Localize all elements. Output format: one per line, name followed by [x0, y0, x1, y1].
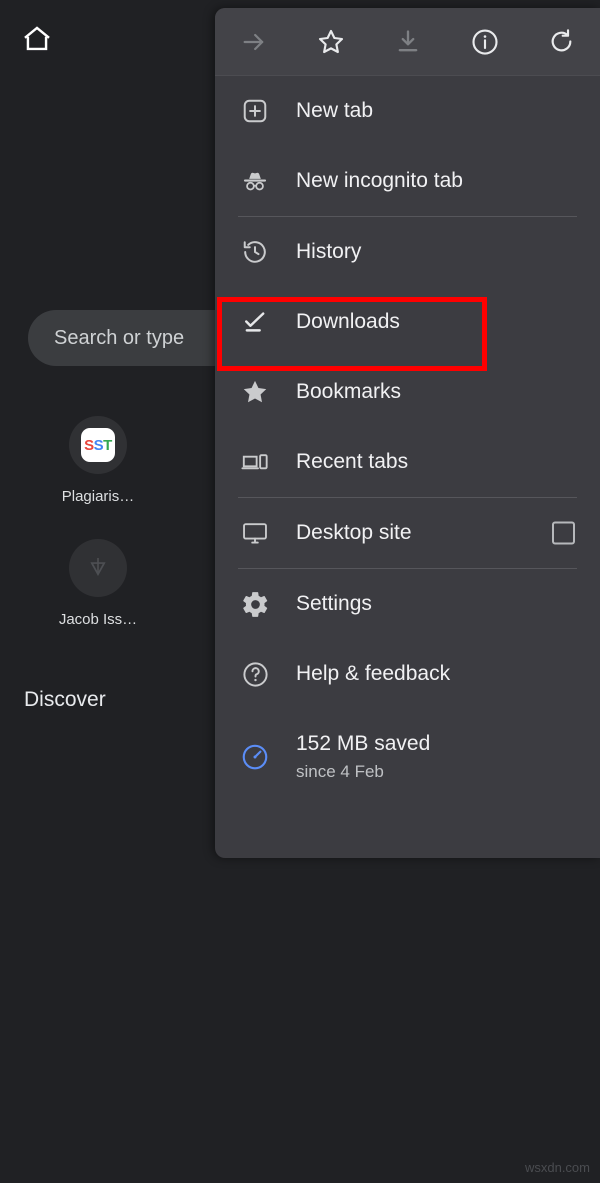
menu-item-downloads[interactable]: Downloads — [215, 287, 600, 357]
menu-item-settings[interactable]: Settings — [215, 569, 600, 639]
phone-screenshot: G Search or type SST Plagiaris… G — [0, 0, 600, 1183]
menu-item-new-tab[interactable]: New tab — [215, 76, 600, 146]
speedometer-icon — [238, 742, 272, 772]
data-saver-text: 152 MB saved since 4 Feb — [296, 730, 430, 784]
search-placeholder: Search or type — [54, 326, 185, 349]
new-tab-icon — [238, 97, 272, 125]
desktop-icon — [238, 519, 272, 547]
menu-item-label: History — [296, 240, 362, 263]
forward-arrow-icon[interactable] — [215, 8, 292, 76]
downloads-icon — [238, 308, 272, 336]
download-icon[interactable] — [369, 8, 446, 76]
shortcut-icon-circle: SST — [69, 416, 127, 474]
help-icon — [238, 660, 272, 689]
menu-item-label: Bookmarks — [296, 380, 402, 403]
recent-tabs-icon — [238, 448, 272, 476]
desktop-site-checkbox[interactable] — [552, 521, 575, 545]
shortcut-icon-circle — [69, 539, 127, 597]
menu-item-help-feedback[interactable]: Help & feedback — [215, 639, 600, 709]
refresh-icon[interactable] — [523, 8, 600, 76]
shortcut-label: Jacob Iss… — [58, 611, 138, 628]
gear-icon — [238, 590, 272, 619]
menu-item-data-saver[interactable]: 152 MB saved since 4 Feb — [215, 709, 600, 805]
watermark: wsxdn.com — [524, 1160, 590, 1175]
menu-item-bookmarks[interactable]: Bookmarks — [215, 357, 600, 427]
home-icon[interactable] — [20, 22, 54, 56]
discover-heading: Discover — [24, 688, 106, 711]
menu-item-label: Settings — [296, 592, 372, 615]
menu-item-history[interactable]: History — [215, 217, 600, 287]
menu-item-label: New incognito tab — [296, 169, 463, 192]
menu-item-desktop-site[interactable]: Desktop site — [215, 498, 600, 568]
history-icon — [238, 238, 272, 266]
shortcut-tile-plagiarism[interactable]: SST Plagiaris… — [48, 416, 148, 505]
menu-item-label: Help & feedback — [296, 662, 451, 685]
info-icon[interactable] — [446, 8, 523, 76]
menu-item-label: Downloads — [296, 310, 400, 333]
menu-item-label: New tab — [296, 99, 374, 122]
menu-item-label: Desktop site — [296, 521, 412, 544]
diamond-icon — [90, 558, 106, 576]
shortcut-tile-jacob[interactable]: Jacob Iss… — [48, 539, 148, 628]
data-saver-since: since 4 Feb — [296, 762, 384, 781]
overflow-menu: New tab New incognito tab History Downlo… — [215, 8, 600, 858]
data-saver-amount: 152 MB saved — [296, 732, 431, 755]
menu-item-label: Recent tabs — [296, 450, 409, 473]
incognito-icon — [238, 167, 272, 195]
sst-app-icon: SST — [81, 428, 115, 462]
menu-toolbar — [215, 8, 600, 76]
shortcut-label: Plagiaris… — [61, 488, 135, 505]
menu-item-new-incognito-tab[interactable]: New incognito tab — [215, 146, 600, 216]
star-filled-icon — [238, 377, 272, 407]
star-icon[interactable] — [292, 8, 369, 76]
menu-item-recent-tabs[interactable]: Recent tabs — [215, 427, 600, 497]
